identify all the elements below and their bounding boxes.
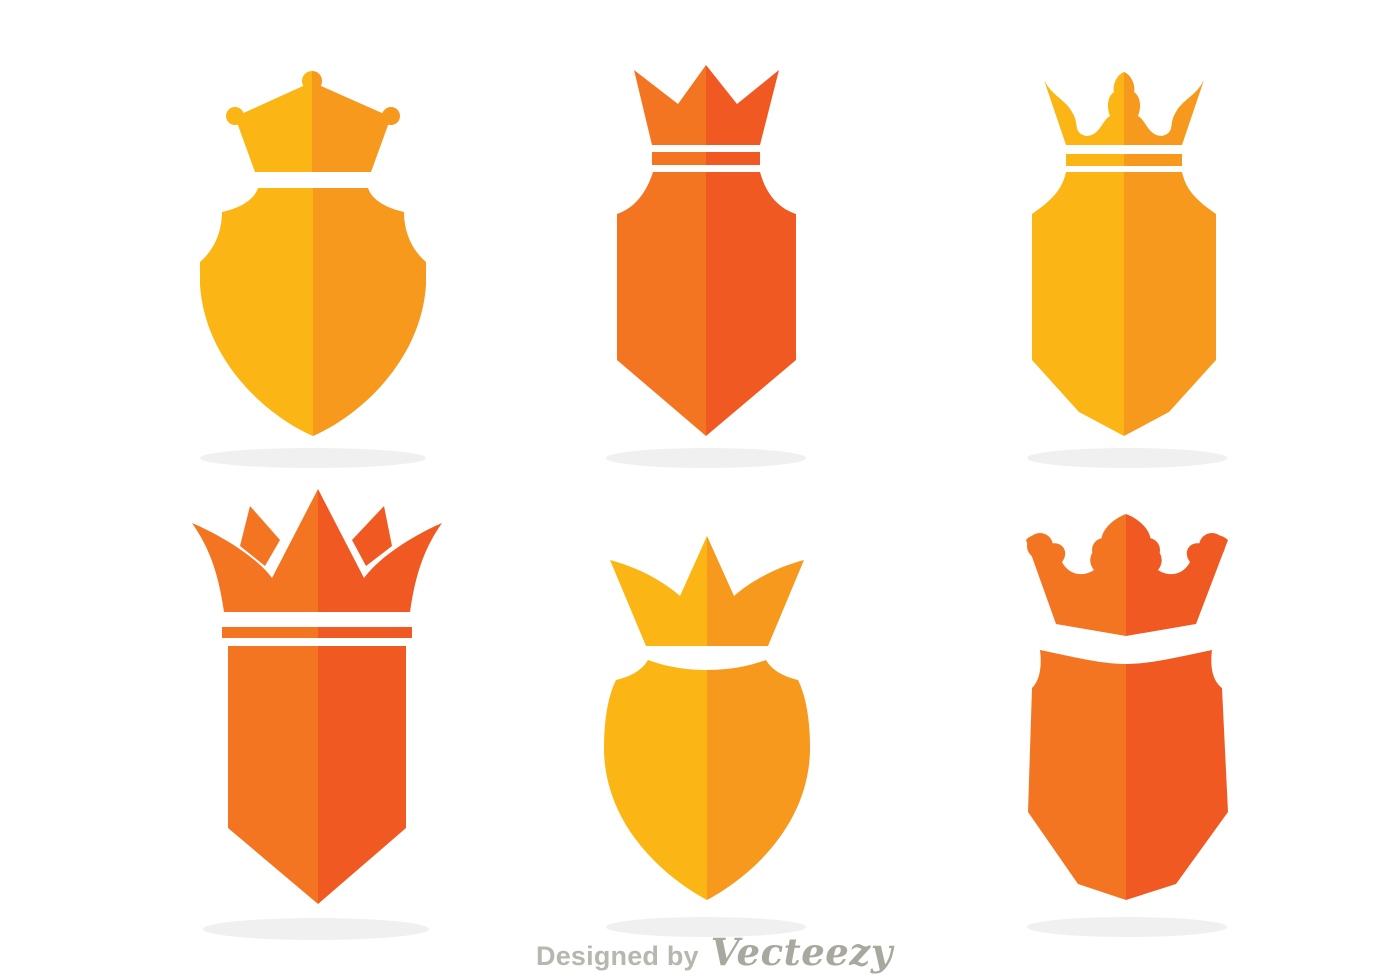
- crown-shield-illustration: [192, 65, 1228, 940]
- shield-icon: [1032, 172, 1216, 436]
- crown-icon: [1044, 72, 1204, 166]
- emblem-gold-curved-crown-rounded-shield: [604, 536, 810, 937]
- emblem-gold-fleur-crown-octagon-shield: [1027, 72, 1227, 468]
- ground-shadow: [1027, 448, 1227, 468]
- watermark-brand: Vecteezy: [710, 930, 893, 974]
- crown-icon: [634, 65, 779, 165]
- crown-icon: [1026, 514, 1228, 636]
- ground-shadow: [606, 448, 806, 468]
- shield-icon: [617, 172, 796, 436]
- ground-shadow: [203, 918, 429, 940]
- shield-icon: [200, 188, 426, 436]
- ground-shadow: [200, 448, 426, 468]
- shield-icon: [604, 660, 810, 900]
- shield-icon: [228, 646, 406, 904]
- crown-icon: [226, 71, 400, 172]
- ground-shadow: [1027, 917, 1227, 937]
- crown-icon: [610, 536, 804, 646]
- watermark-credit: Designed by Vecteezy: [536, 930, 893, 980]
- shield-icon: [1028, 650, 1228, 900]
- emblem-gold-pointed-crown-rounded-shield: [200, 71, 426, 468]
- emblem-orange-spiked-crown-pointed-shield: [606, 65, 806, 468]
- watermark-prefix: Designed by: [536, 941, 699, 971]
- emblem-orange-fleur-crown-octagon-shield: [1026, 514, 1228, 937]
- emblem-orange-large-crown-banner-shield: [192, 489, 442, 940]
- crown-icon: [192, 489, 442, 638]
